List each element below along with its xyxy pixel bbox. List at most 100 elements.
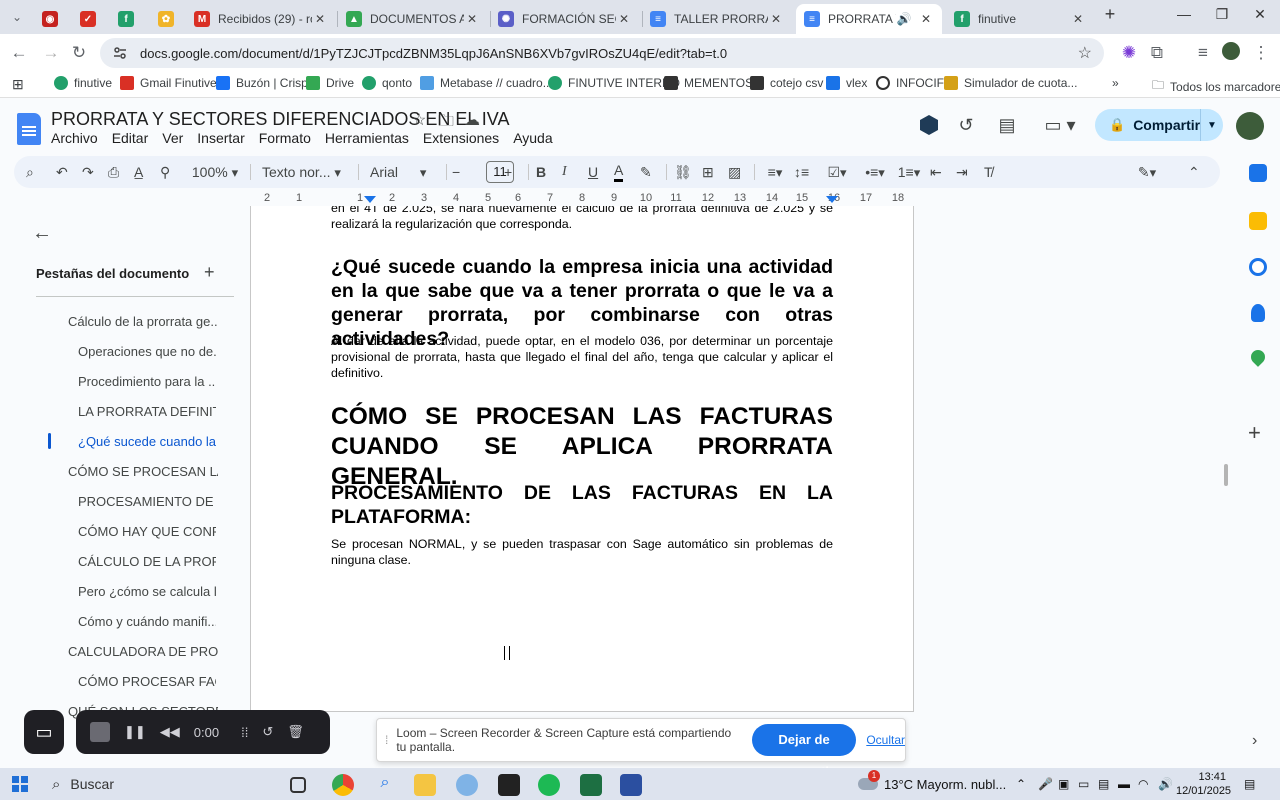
outline-item[interactable]: CÁLCULO DE LA PROR... [78, 554, 216, 569]
profile-avatar[interactable] [1220, 42, 1242, 64]
search-app-icon[interactable]: ⌕ [374, 774, 396, 796]
tab-search-icon[interactable]: ⌄ [6, 6, 28, 28]
stop-recording-icon[interactable] [90, 722, 110, 742]
file-explorer-icon[interactable] [414, 774, 436, 796]
bold-icon[interactable]: B [536, 162, 546, 182]
bookmark-finutive-interno[interactable]: FINUTIVE INTERNO [548, 76, 680, 90]
comment-icon[interactable]: ⊞ [702, 162, 714, 182]
outline-item[interactable]: CALCULADORA DE PRO... [68, 644, 218, 659]
highlight-icon[interactable]: ✎ [640, 162, 652, 182]
drag-handle-icon[interactable]: ⁞ [385, 733, 388, 747]
user-avatar[interactable] [1236, 112, 1264, 140]
back-icon[interactable]: ← [8, 42, 30, 64]
new-tab-icon[interactable]: + [1092, 4, 1128, 25]
clear-format-icon[interactable]: T̸ [984, 162, 993, 182]
docs-logo-icon[interactable] [17, 113, 41, 145]
redo-icon[interactable]: ↷ [82, 162, 94, 182]
underline-icon[interactable]: U [588, 162, 598, 182]
print-icon[interactable]: ⎙ [108, 162, 119, 182]
outline-item[interactable]: CÓMO SE PROCESAN LA... [68, 464, 218, 479]
volume-icon[interactable]: 🔊 [1158, 768, 1173, 800]
outline-item[interactable]: Procedimiento para la ... [78, 374, 216, 389]
bookmark-qonto[interactable]: qonto [362, 76, 412, 90]
editing-mode-icon[interactable]: ✎▾ [1130, 162, 1164, 182]
outline-item[interactable]: PROCESAMIENTO DE L... [78, 494, 216, 509]
display-icon[interactable]: ▤ [1098, 768, 1109, 800]
battery-icon[interactable]: ▬ [1118, 768, 1130, 800]
bookmark-drive[interactable]: Drive [306, 76, 354, 90]
notifications-icon[interactable]: ▤ [1244, 768, 1255, 800]
calendar-icon[interactable] [1249, 164, 1267, 182]
bookmark-crisp[interactable]: Buzón | Crisp [216, 76, 308, 90]
meet-tray-icon[interactable]: ▭ [1078, 768, 1089, 800]
close-icon[interactable]: ✕ [768, 12, 784, 26]
paint-format-icon[interactable]: ⚲ [160, 162, 170, 182]
numbered-list-icon[interactable]: 1≡▾ [894, 162, 924, 182]
keep-icon[interactable] [1249, 212, 1267, 230]
spellcheck-icon[interactable]: A̲ [134, 162, 143, 182]
outline-item[interactable]: CÓMO HAY QUE CONFI... [78, 524, 216, 539]
close-icon[interactable]: ✕ [1070, 12, 1086, 26]
meet-icon[interactable]: ▭ ▾ [1040, 115, 1080, 139]
star-icon[interactable]: ☆ [412, 110, 426, 130]
tab-formacion[interactable]: ✺ FORMACIÓN SECTO ✕ [490, 4, 640, 34]
more-bookmarks-icon[interactable]: » [1112, 76, 1119, 90]
weather-widget[interactable]: 1 13°C Mayorm. nubl... [858, 768, 1006, 800]
decrease-font-icon[interactable]: − [452, 162, 460, 182]
audio-icon[interactable]: 🔊 [896, 12, 912, 26]
share-dropdown-icon[interactable]: ▼ [1201, 120, 1223, 131]
outline-item[interactable]: Operaciones que no de... [78, 344, 216, 359]
menu-editar[interactable]: Editar [112, 130, 149, 146]
outline-item[interactable]: CÓMO PROCESAR FAC... [78, 674, 216, 689]
menu-ayuda[interactable]: Ayuda [513, 130, 552, 146]
app-icon[interactable] [620, 774, 642, 796]
browser-menu-icon[interactable]: ⋮ [1250, 42, 1272, 64]
bookmark-simulador[interactable]: Simulador de cuota... [944, 76, 1077, 90]
windows-start-icon[interactable] [12, 776, 28, 792]
pinned-tab-2[interactable]: ✓ [72, 4, 102, 34]
style-select[interactable]: Texto nor... ▾ [262, 162, 348, 182]
add-addon-icon[interactable]: + [1248, 420, 1261, 446]
back-arrow-icon[interactable]: ← [32, 222, 52, 245]
cloud-status-icon[interactable]: ☁ [464, 110, 480, 130]
tab-finutive[interactable]: f finutive ✕ [946, 4, 1094, 34]
checklist-icon[interactable]: ☑▾ [822, 162, 852, 182]
excel-icon[interactable] [580, 774, 602, 796]
indent-marker[interactable]: 1 [357, 192, 363, 204]
wifi-icon[interactable]: ◠ [1138, 768, 1148, 800]
pinned-tab-1[interactable]: ◉ [34, 4, 64, 34]
tab-documentos[interactable]: ▲ DOCUMENTOS ANT ✕ [338, 4, 488, 34]
bookmark-gmail[interactable]: Gmail Finutive [120, 76, 217, 90]
maximize-icon[interactable]: ❐ [1204, 6, 1240, 23]
outline-item-active[interactable]: ¿Qué sucede cuando la... [78, 434, 216, 449]
zoom-select[interactable]: 100% ▾ [190, 162, 240, 182]
bullet-list-icon[interactable]: •≡▾ [860, 162, 890, 182]
menu-herramientas[interactable]: Herramientas [325, 130, 409, 146]
decrease-indent-icon[interactable]: ⇤ [930, 162, 942, 182]
hide-panel-icon[interactable]: › [1252, 732, 1257, 750]
drawing-icon[interactable]: ⁞⁞ [241, 725, 248, 740]
task-view-icon[interactable] [290, 777, 306, 793]
bookmark-cotejo[interactable]: cotejo csv [750, 76, 823, 90]
ruler[interactable]: 2 1 1 2 3 4 5 6 7 8 9 10 11 12 13 14 15 … [250, 192, 914, 206]
tray-chevron-icon[interactable]: ⌃ [1016, 768, 1026, 800]
line-spacing-icon[interactable]: ↕≡ [794, 162, 809, 182]
indent-marker-right[interactable] [826, 196, 838, 204]
bookmark-finutive[interactable]: finutive [54, 76, 112, 90]
clock[interactable]: 13:41 12/01/2025 [1176, 770, 1231, 798]
camera-icon[interactable]: ▭ [24, 710, 64, 754]
forward-icon[interactable]: → [40, 42, 62, 64]
undo-icon[interactable]: ↶ [56, 162, 68, 182]
align-icon[interactable]: ≡▾ [760, 162, 790, 182]
all-bookmarks[interactable]: 🗀 Todos los marcadores [1152, 76, 1280, 97]
address-bar[interactable]: docs.google.com/document/d/1PyTZJCJTpcdZ… [100, 38, 1104, 68]
stop-sharing-button[interactable]: Dejar de compartir [751, 724, 857, 779]
menu-insertar[interactable]: Insertar [197, 130, 244, 146]
version-history-icon[interactable]: ↺ [954, 115, 978, 139]
close-icon[interactable]: ✕ [918, 12, 934, 26]
bookmark-vlex[interactable]: vlex [826, 76, 867, 90]
rewind-icon[interactable]: ◀◀ [160, 724, 180, 740]
indent-marker-left[interactable] [364, 196, 376, 204]
delete-icon[interactable]: 🗑 [287, 724, 304, 740]
mic-icon[interactable]: 🎤 [1038, 768, 1053, 800]
